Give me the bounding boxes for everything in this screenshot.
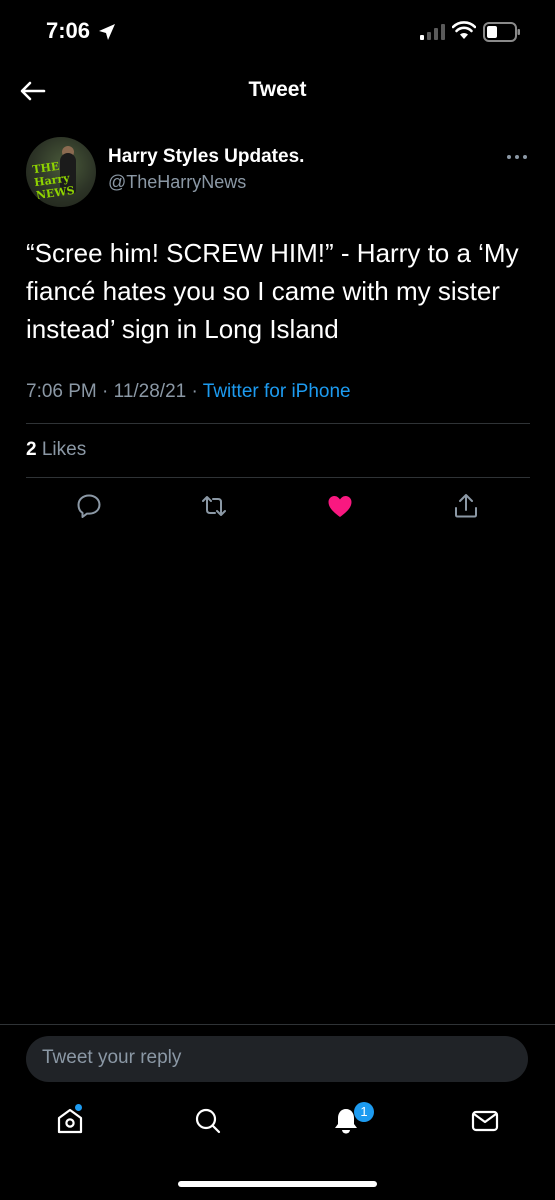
search-icon[interactable] bbox=[193, 1106, 223, 1136]
tweet-text: “Scree him! SCREW HIM!” - Harry to a ‘My… bbox=[26, 238, 519, 344]
tweet-detail-screen: 7:06 Tweet THE Harry NEWS Harry Styles U… bbox=[0, 0, 555, 1200]
wifi-icon bbox=[452, 21, 476, 39]
reply-input[interactable]: Tweet your reply bbox=[26, 1036, 528, 1082]
battery-icon bbox=[483, 22, 520, 42]
tweet-meta: 7:06 PM · 11/28/21 · Twitter for iPhone bbox=[26, 381, 351, 403]
status-time: 7:06 bbox=[46, 18, 91, 43]
reply-icon[interactable] bbox=[75, 492, 103, 520]
cellular-signal-icon bbox=[420, 24, 445, 40]
home-unread-dot bbox=[75, 1104, 82, 1111]
reply-bar-divider bbox=[0, 1024, 555, 1025]
author-handle[interactable]: @TheHarryNews bbox=[108, 172, 246, 193]
avatar[interactable]: THE Harry NEWS bbox=[26, 137, 96, 207]
author-name[interactable]: Harry Styles Updates. bbox=[108, 146, 304, 168]
likes-summary[interactable]: 2 Likes bbox=[26, 439, 86, 461]
likes-label: Likes bbox=[41, 439, 87, 460]
avatar-logo-text: THE Harry NEWS bbox=[31, 159, 76, 203]
meta-separator: · bbox=[96, 381, 114, 402]
share-icon[interactable] bbox=[452, 492, 480, 520]
location-arrow-icon bbox=[99, 24, 115, 40]
tweet-date: 11/28/21 bbox=[113, 381, 187, 402]
like-icon[interactable] bbox=[326, 492, 354, 520]
tweet-source-link[interactable]: Twitter for iPhone bbox=[203, 381, 351, 402]
meta-separator: · bbox=[186, 381, 203, 402]
page-title: Tweet bbox=[248, 78, 307, 101]
notification-badge: 1 bbox=[354, 1102, 374, 1122]
reply-placeholder: Tweet your reply bbox=[42, 1047, 182, 1068]
likes-count: 2 bbox=[26, 439, 37, 460]
home-icon[interactable] bbox=[55, 1106, 85, 1136]
more-options-icon[interactable] bbox=[505, 148, 529, 166]
retweet-icon[interactable] bbox=[200, 492, 228, 520]
nav-header: Tweet bbox=[0, 64, 555, 120]
tweet-time: 7:06 PM bbox=[26, 381, 97, 402]
status-bar: 7:06 bbox=[0, 0, 555, 64]
home-indicator bbox=[178, 1181, 377, 1187]
divider bbox=[26, 423, 530, 424]
messages-icon[interactable] bbox=[470, 1106, 500, 1136]
divider bbox=[26, 477, 530, 478]
